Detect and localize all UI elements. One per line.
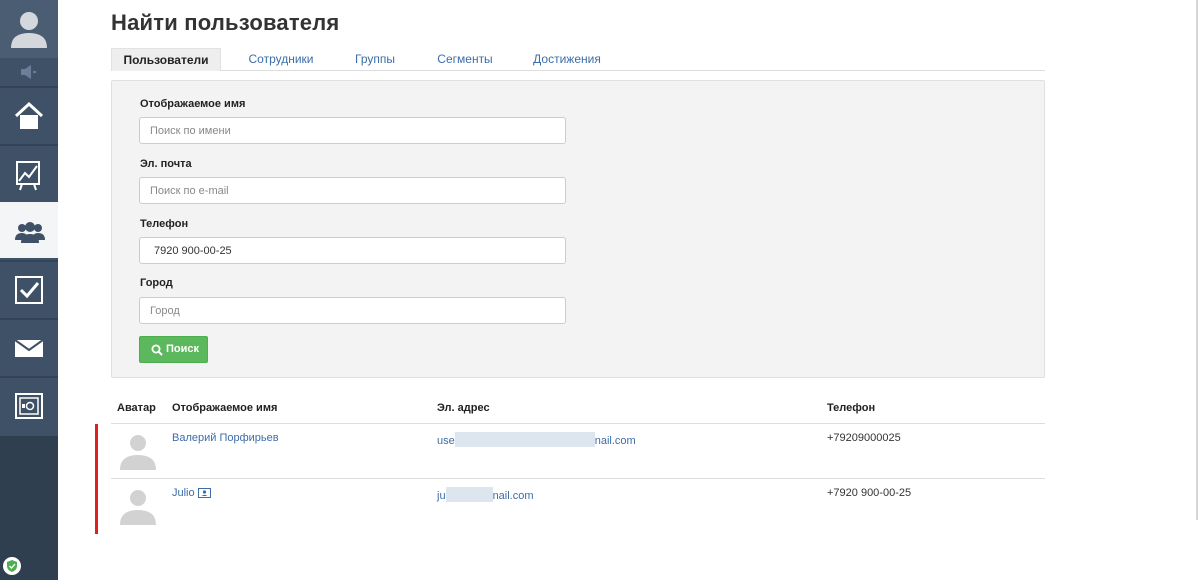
id-card-icon [197, 488, 211, 498]
user-avatar[interactable] [118, 430, 158, 470]
user-email[interactable]: ju nail.com [437, 487, 534, 502]
safe-icon [15, 393, 43, 419]
user-silhouette-icon [11, 12, 47, 48]
user-name-link[interactable]: Валерий Порфирьев [172, 432, 279, 444]
shield-badge[interactable] [3, 557, 21, 575]
sidebar [0, 0, 58, 580]
email-visible-start: use [437, 435, 455, 447]
city-search-input[interactable] [139, 297, 566, 324]
tab-groups[interactable]: Группы [343, 48, 407, 71]
tab-segments[interactable]: Сегменты [429, 48, 501, 71]
chart-icon [16, 161, 40, 191]
tab-bar: Пользователи Сотрудники Группы Сегменты … [111, 48, 1045, 71]
email-redaction [454, 432, 595, 447]
search-form: Отображаемое имя Эл. почта Телефон Город… [111, 80, 1045, 378]
volume-icon [21, 65, 36, 79]
home-icon [14, 101, 44, 129]
user-email[interactable]: use nail.com [437, 432, 636, 447]
name-search-input[interactable] [139, 117, 566, 144]
tab-employees[interactable]: Сотрудники [237, 48, 325, 71]
user-phone: +7920 900-00-25 [827, 487, 912, 499]
city-label: Город [140, 277, 173, 289]
email-visible-end: nail.com [594, 435, 636, 447]
email-visible-end: nail.com [492, 490, 534, 502]
sidebar-item-mail[interactable] [0, 318, 58, 374]
user-name: Julio [172, 487, 195, 499]
sidebar-item-tasks[interactable] [0, 260, 58, 316]
scrollbar-track[interactable] [1196, 0, 1198, 520]
phone-search-input[interactable] [139, 237, 566, 264]
shield-icon [7, 560, 17, 572]
checkbox-icon [15, 276, 43, 304]
sidebar-item-users[interactable] [0, 202, 58, 258]
column-header-phone: Телефон [827, 402, 876, 414]
table-header-divider [111, 423, 1045, 424]
phone-label: Телефон [140, 218, 189, 230]
sidebar-item-safe[interactable] [0, 376, 58, 432]
user-phone: +79209000025 [827, 432, 901, 444]
search-icon [151, 344, 163, 356]
search-button[interactable]: Поиск [139, 336, 208, 363]
tab-achievements[interactable]: Достижения [527, 48, 607, 71]
row-divider [111, 478, 1045, 479]
mail-icon [14, 339, 44, 357]
users-icon [15, 222, 45, 243]
user-avatar[interactable] [118, 485, 158, 525]
column-header-email: Эл. адрес [437, 402, 490, 414]
email-redaction [445, 487, 493, 502]
tab-users[interactable]: Пользователи [111, 48, 221, 71]
page-title: Найти пользователя [111, 10, 340, 35]
sidebar-item-stats[interactable] [0, 144, 58, 200]
highlight-marker [95, 424, 98, 534]
email-search-input[interactable] [139, 177, 566, 204]
email-label: Эл. почта [140, 158, 192, 170]
volume-toggle[interactable] [0, 60, 58, 84]
column-header-avatar: Аватар [117, 402, 156, 414]
user-name-link[interactable]: Julio [172, 487, 211, 499]
email-visible-start: ju [437, 490, 446, 502]
name-label: Отображаемое имя [140, 98, 246, 110]
sidebar-item-home[interactable] [0, 86, 58, 142]
column-header-name: Отображаемое имя [172, 402, 278, 414]
search-button-label: Поиск [166, 343, 200, 355]
profile-avatar[interactable] [0, 0, 58, 58]
